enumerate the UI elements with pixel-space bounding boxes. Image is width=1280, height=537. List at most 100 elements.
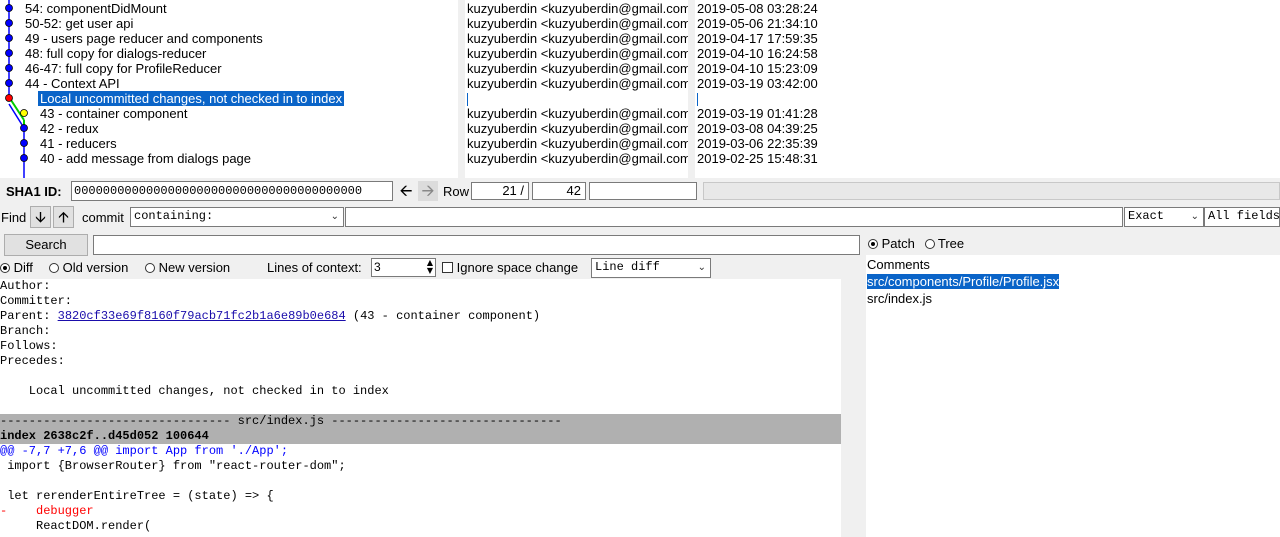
commit-node[interactable] (20, 139, 28, 147)
find-fields-value: All fields (1208, 209, 1280, 223)
commit-message: Local uncommitted changes, not checked i… (0, 384, 389, 398)
commit-message: Local uncommitted changes, not checked i… (38, 91, 345, 106)
find-label: Find (1, 210, 27, 225)
progress-field (589, 182, 697, 200)
search-button[interactable]: Search (4, 234, 88, 256)
commit-date: 2019-03-19 01:41:28 (697, 106, 818, 121)
progress-bar (703, 182, 1280, 200)
local-changes-node[interactable] (5, 94, 13, 102)
diff-mode-value: Line diff (595, 260, 660, 274)
diff-line-context: ReactDOM.render( (0, 519, 152, 533)
commit-author: kuzyuberdin <kuzyuberdin@gmail.com> (467, 16, 688, 31)
commit-author: kuzyuberdin <kuzyuberdin@gmail.com> (467, 31, 688, 46)
author-column: kuzyuberdin <kuzyuberdin@gmail.com> kuzyu… (465, 0, 688, 178)
tree-radio[interactable]: Tree (924, 236, 964, 251)
context-value: 3 (374, 260, 381, 274)
index-line: index 2638c2f..d45d052 100644 (0, 429, 841, 444)
commit-author (467, 91, 468, 107)
commit-author: kuzyuberdin <kuzyuberdin@gmail.com> (467, 121, 688, 136)
commit-node[interactable] (5, 4, 13, 12)
new-version-radio[interactable]: New version (145, 260, 230, 276)
find-mode-value: containing: (134, 209, 214, 223)
commit-node[interactable] (5, 34, 13, 42)
row-label: Row (443, 184, 470, 199)
commit-date: 2019-03-06 22:35:39 (697, 136, 818, 151)
ignore-space-checkbox[interactable]: Ignore space change (442, 260, 578, 276)
commit-history: 54: componentDidMount 50-52: get user api… (0, 0, 1280, 178)
file-item[interactable]: src/components/Profile/Profile.jsx (867, 274, 1060, 289)
meta-parent: Parent: 3820cf33e69f8160f79acb71fc2b1a6e… (0, 309, 541, 323)
find-match-value: Exact (1128, 209, 1165, 223)
search-input[interactable] (93, 235, 860, 255)
commit-author: kuzyuberdin <kuzyuberdin@gmail.com> (467, 76, 688, 91)
commit-message: 49 - users page reducer and components (25, 31, 263, 46)
commit-date: 2019-04-17 17:59:35 (697, 31, 818, 46)
old-version-radio[interactable]: Old version (49, 260, 128, 276)
diff-line-removed: - debugger (0, 504, 94, 518)
find-match-select[interactable]: Exact ⌄ (1124, 207, 1204, 227)
meta-committer: Committer: (0, 294, 73, 308)
commit-date: 2019-03-08 04:39:25 (697, 121, 818, 136)
commit-author: kuzyuberdin <kuzyuberdin@gmail.com> (467, 61, 688, 76)
commit-author: kuzyuberdin <kuzyuberdin@gmail.com> (467, 151, 688, 166)
meta-follows: Follows: (0, 339, 58, 353)
commit-message: 43 - container component (40, 106, 188, 121)
commit-message: 54: componentDidMount (25, 1, 167, 16)
commit-author: kuzyuberdin <kuzyuberdin@gmail.com> (467, 136, 688, 151)
context-spinbox[interactable]: 3 ▲ ▼ (371, 258, 436, 277)
commit-author: kuzyuberdin <kuzyuberdin@gmail.com> (467, 106, 688, 121)
commit-date: 2019-02-25 15:48:31 (697, 151, 818, 166)
column-sash[interactable] (458, 0, 465, 178)
spinner-arrows-icon[interactable]: ▲ ▼ (427, 259, 433, 275)
find-mode-select[interactable]: containing: ⌄ (130, 207, 344, 227)
find-fields-select[interactable]: All fields (1204, 207, 1280, 227)
file-list: Comments src/components/Profile/Profile.j… (866, 255, 1280, 537)
hunk-header: @@ -7,7 +7,6 @@ import App from './App'; (0, 444, 289, 458)
commit-node[interactable] (5, 64, 13, 72)
commit-message: 48: full copy for dialogs-reducer (25, 46, 207, 61)
date-column: 2019-05-08 03:28:24 2019-05-06 21:34:10 20… (695, 0, 1280, 178)
arrow-up-icon[interactable]: 🡩 (53, 206, 74, 228)
commit-node[interactable] (20, 154, 28, 162)
arrow-left-icon[interactable]: 🡨 (396, 181, 416, 201)
meta-author: Author: (0, 279, 51, 293)
sha-label: SHA1 ID: (6, 184, 62, 199)
diff-view[interactable]: Author: Committer: Parent: 3820cf33e69f8… (0, 279, 841, 537)
commit-node[interactable] (5, 79, 13, 87)
arrow-down-icon[interactable]: 🡫 (30, 206, 51, 228)
diff-line-context: let rerenderEntireTree = (state) => { (0, 489, 274, 503)
commit-node[interactable] (5, 19, 13, 27)
diff-mode-select[interactable]: Line diff ⌄ (591, 258, 711, 278)
meta-branch: Branch: (0, 324, 51, 338)
column-sash[interactable] (688, 0, 695, 178)
arrow-right-icon[interactable]: 🡪 (418, 181, 438, 201)
commit-message: 42 - redux (40, 121, 99, 136)
find-input[interactable] (345, 207, 1123, 227)
commit-message: 46-47: full copy for ProfileReducer (25, 61, 222, 76)
chevron-down-icon: ⌄ (1190, 211, 1199, 222)
sha-toolbar: SHA1 ID: 0000000000000000000000000000000… (0, 179, 1280, 203)
row-current: 21 / (471, 182, 529, 200)
view-mode: Patch Tree (868, 236, 964, 252)
find-commit-label: commit (82, 210, 124, 225)
sha-field[interactable]: 0000000000000000000000000000000000000000 (71, 181, 393, 201)
parent-sha-link[interactable]: 3820cf33e69f8160f79acb71fc2b1a6e89b0e684 (58, 309, 346, 323)
meta-precedes: Precedes: (0, 354, 65, 368)
commit-date: 2019-04-10 16:24:58 (697, 46, 818, 61)
patch-radio[interactable]: Patch (868, 236, 915, 251)
chevron-down-icon: ⌄ (697, 262, 706, 273)
commit-author: kuzyuberdin <kuzyuberdin@gmail.com> (467, 1, 688, 16)
file-item[interactable]: src/index.js (867, 291, 932, 306)
commit-graph-column: 54: componentDidMount 50-52: get user api… (0, 0, 458, 178)
commit-node[interactable] (5, 49, 13, 57)
index-node[interactable] (20, 109, 28, 117)
diff-radio[interactable]: Diff (0, 260, 33, 276)
commit-message: 40 - add message from dialogs page (40, 151, 252, 166)
context-label: Lines of context: (267, 260, 362, 275)
row-total: 42 (532, 182, 586, 200)
commit-date: 2019-05-06 21:34:10 (697, 16, 818, 31)
commit-date: 2019-03-19 03:42:00 (697, 76, 818, 91)
commit-date: 2019-04-10 15:23:09 (697, 61, 818, 76)
commit-node[interactable] (20, 124, 28, 132)
comments-item[interactable]: Comments (867, 257, 930, 272)
